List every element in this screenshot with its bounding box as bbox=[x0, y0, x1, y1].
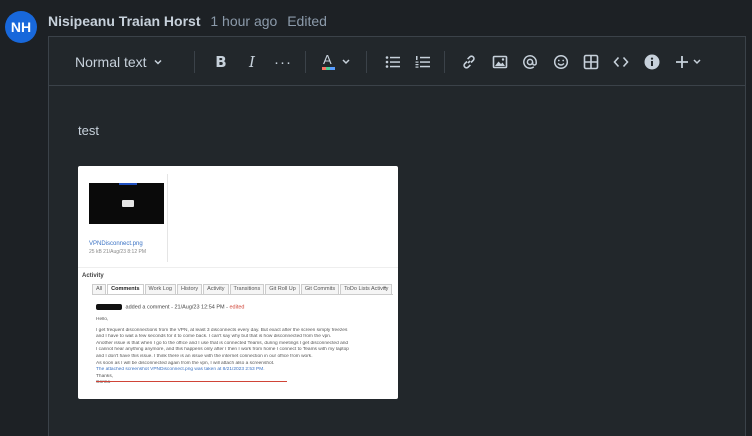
edited-label: Edited bbox=[287, 13, 327, 29]
toolbar-divider bbox=[444, 51, 445, 73]
emoji-icon[interactable] bbox=[551, 49, 571, 75]
thumbnail-bar bbox=[119, 183, 137, 185]
numbered-list-icon[interactable] bbox=[413, 49, 433, 75]
activity-tab: Git Roll Up bbox=[265, 284, 300, 294]
embedded-screenshot[interactable]: VPNDisconnect.png 25 kB 21/Aug/23 8:12 P… bbox=[78, 166, 398, 399]
comment-body: Hello, I get frequent disconnections fro… bbox=[96, 317, 392, 387]
text-style-dropdown[interactable]: Normal text bbox=[75, 49, 163, 75]
activity-tab: All bbox=[92, 284, 107, 294]
attachment-file-meta: 25 kB 21/Aug/23 8:12 PM bbox=[89, 249, 146, 255]
divider bbox=[78, 267, 398, 268]
comment-line: Hello, bbox=[96, 317, 109, 322]
insert-more-icon[interactable] bbox=[675, 49, 705, 75]
code-icon[interactable] bbox=[611, 49, 631, 75]
mention-icon[interactable] bbox=[520, 49, 540, 75]
image-icon[interactable] bbox=[490, 49, 510, 75]
comment-line: and I have to wait a few seconds for it … bbox=[96, 334, 332, 340]
comment-timestamp[interactable]: 1 hour ago bbox=[210, 13, 277, 29]
attachment-thumbnail bbox=[89, 183, 164, 224]
comment-text: test bbox=[78, 123, 99, 138]
text-color-icon[interactable]: A bbox=[321, 49, 355, 75]
comment-header-line: added a comment - 21/Aug/23 12:54 PM - e… bbox=[96, 304, 244, 310]
activity-tab: Activity bbox=[203, 284, 229, 294]
comment-line: I cannot hear anything anymore, and this… bbox=[96, 347, 349, 353]
italic-icon[interactable]: I bbox=[242, 49, 262, 75]
thumbnail-dialog bbox=[122, 200, 134, 207]
comment-line: Thanks, bbox=[96, 373, 114, 379]
attachment-card: VPNDisconnect.png 25 kB 21/Aug/23 8:12 P… bbox=[86, 174, 168, 262]
comment-line: The attached screenshot VPNDisconnect.pn… bbox=[96, 367, 265, 373]
avatar[interactable]: NH bbox=[5, 11, 37, 43]
plus-icon: + bbox=[383, 285, 388, 292]
info-icon[interactable] bbox=[642, 49, 662, 75]
activity-tab: History bbox=[176, 284, 203, 294]
editor-content[interactable]: test VPNDisconnect.png 25 kB 21/Aug/23 8… bbox=[49, 87, 745, 436]
more-formatting-icon[interactable]: ··· bbox=[272, 49, 294, 75]
comment-header-text: added a comment - 21/Aug/23 12:54 PM - bbox=[125, 304, 228, 311]
attachment-file-name: VPNDisconnect.png bbox=[89, 241, 143, 247]
toolbar-divider bbox=[305, 51, 306, 73]
link-icon[interactable] bbox=[459, 49, 479, 75]
chevron-down-icon bbox=[153, 57, 163, 67]
activity-tabs: All Comments Work Log History Activity T… bbox=[92, 284, 394, 295]
table-icon[interactable] bbox=[581, 49, 601, 75]
toolbar-divider bbox=[194, 51, 195, 73]
text-style-label: Normal text bbox=[75, 54, 147, 70]
activity-tab: Git Commits bbox=[300, 284, 340, 294]
edited-tag: edited bbox=[229, 304, 245, 311]
author-name[interactable]: Nisipeanu Traian Horst bbox=[48, 13, 200, 29]
activity-tab: Comments bbox=[107, 284, 144, 294]
bullet-list-icon[interactable] bbox=[383, 49, 403, 75]
red-underline bbox=[96, 381, 287, 382]
comment-line: Another issue is that when I go to the o… bbox=[96, 340, 349, 346]
comment-line: and I don't have this issue. I think the… bbox=[96, 353, 313, 359]
comment-line: I get frequent disconnections from the V… bbox=[96, 327, 348, 333]
comment-line: As soon as I will be disconnected again … bbox=[96, 360, 275, 366]
bold-icon[interactable]: B bbox=[211, 49, 231, 75]
activity-title: Activity bbox=[82, 273, 104, 279]
redacted-name bbox=[96, 304, 122, 310]
comment-view: NH Nisipeanu Traian Horst 1 hour ago Edi… bbox=[0, 0, 752, 436]
comment-meta: Nisipeanu Traian Horst 1 hour ago Edited bbox=[48, 13, 327, 29]
activity-tab: Transitions bbox=[229, 284, 265, 294]
svg-text:A: A bbox=[323, 52, 332, 67]
comment-editor: Normal text B I ··· A test VPNDisconnect… bbox=[48, 36, 746, 436]
editor-toolbar: Normal text B I ··· A bbox=[49, 37, 745, 86]
toolbar-divider bbox=[366, 51, 367, 73]
activity-tab: Work Log bbox=[144, 284, 176, 294]
